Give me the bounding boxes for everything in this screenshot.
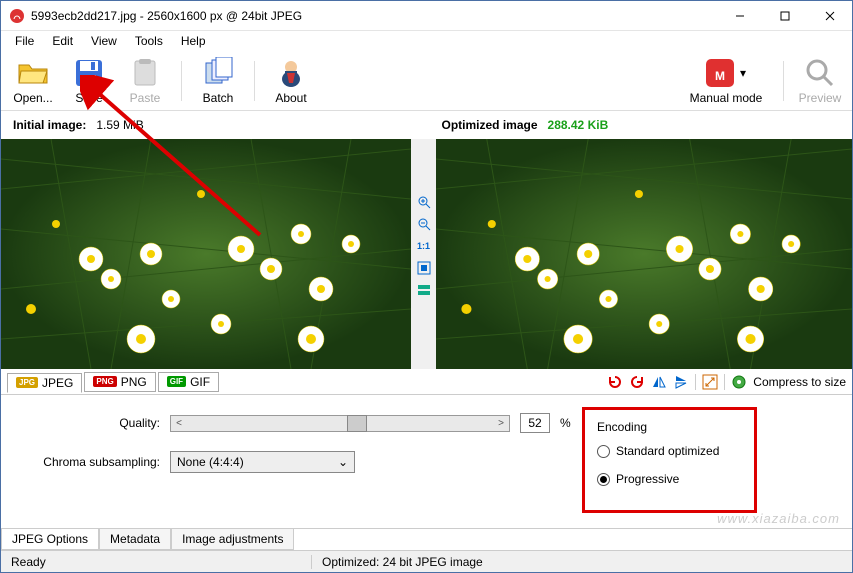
menu-tools[interactable]: Tools — [127, 32, 171, 50]
menubar: File Edit View Tools Help — [1, 31, 852, 51]
rotate-left-icon[interactable] — [607, 374, 623, 390]
app-icon — [9, 8, 25, 24]
zoom-1to1-button[interactable]: 1:1 — [416, 238, 432, 254]
minimize-button[interactable] — [717, 1, 762, 30]
open-button[interactable]: Open... — [9, 57, 57, 105]
initial-image-panel[interactable] — [1, 139, 411, 369]
tool-separator — [724, 374, 725, 390]
view-mode-icon[interactable] — [416, 282, 432, 298]
compare-header: Initial image: 1.59 MiB Optimized image … — [1, 111, 852, 139]
statusbar: Ready Optimized: 24 bit JPEG image — [1, 550, 852, 572]
resize-icon[interactable] — [702, 374, 718, 390]
preview-icon — [804, 57, 836, 89]
progressive-label: Progressive — [616, 472, 679, 486]
bottom-tabstrip: JPEG Options Metadata Image adjustments — [1, 528, 852, 550]
titlebar: 5993ecb2dd217.jpg - 2560x1600 px @ 24bit… — [1, 1, 852, 31]
about-label: About — [275, 91, 306, 105]
tab-metadata[interactable]: Metadata — [99, 529, 171, 550]
chroma-value: None (4:4:4) — [177, 455, 244, 469]
paste-button[interactable]: Paste — [121, 57, 169, 105]
standard-optimized-label: Standard optimized — [616, 444, 719, 458]
rotate-right-icon[interactable] — [629, 374, 645, 390]
toolbar-separator — [783, 61, 784, 101]
zoom-tools-strip: 1:1 — [411, 139, 436, 369]
tab-gif[interactable]: GIFGIF — [158, 372, 219, 392]
manual-mode-button[interactable]: M ▾ Manual mode — [681, 57, 771, 105]
chevron-down-icon: ⌄ — [338, 455, 348, 469]
chroma-label: Chroma subsampling: — [15, 455, 160, 469]
encoding-header: Encoding — [597, 420, 742, 434]
slider-left-arrow-icon[interactable]: < — [171, 415, 187, 431]
close-button[interactable] — [807, 1, 852, 30]
menu-help[interactable]: Help — [173, 32, 214, 50]
slider-right-arrow-icon[interactable]: > — [493, 415, 509, 431]
manual-mode-label: Manual mode — [690, 91, 763, 105]
preview-button[interactable]: Preview — [796, 57, 844, 105]
radio-progressive[interactable]: Progressive — [597, 472, 742, 486]
image-compare-area: 1:1 — [1, 139, 852, 369]
tab-jpeg[interactable]: JPGJPEG — [7, 373, 82, 393]
radio-checked-icon — [597, 473, 610, 486]
optimized-image-panel[interactable] — [436, 139, 852, 369]
optimized-image-label: Optimized image — [442, 118, 538, 132]
chevron-down-icon: ▾ — [740, 66, 748, 80]
quality-value-input[interactable]: 52 — [520, 413, 550, 433]
about-icon — [275, 57, 307, 89]
svg-text:M: M — [715, 69, 725, 83]
menu-view[interactable]: View — [83, 32, 125, 50]
quality-label: Quality: — [15, 416, 160, 430]
toolbar-separator — [181, 61, 182, 101]
batch-button[interactable]: Batch — [194, 57, 242, 105]
status-ready: Ready — [1, 555, 311, 569]
quality-slider[interactable]: < > — [170, 415, 510, 432]
tab-jpeg-options[interactable]: JPEG Options — [1, 529, 99, 550]
menu-file[interactable]: File — [7, 32, 42, 50]
maximize-button[interactable] — [762, 1, 807, 30]
flip-horizontal-icon[interactable] — [651, 374, 667, 390]
fit-window-icon[interactable] — [416, 260, 432, 276]
tab-png[interactable]: PNGPNG — [84, 372, 155, 392]
tab-image-adjustments[interactable]: Image adjustments — [171, 529, 294, 550]
compress-to-size-button[interactable]: Compress to size — [753, 375, 846, 389]
paste-label: Paste — [130, 91, 161, 105]
options-panel: Quality: < > 52 % Chroma subsampling: No… — [1, 395, 852, 528]
status-info: Optimized: 24 bit JPEG image — [312, 555, 493, 569]
toolbar-separator — [254, 61, 255, 101]
save-label: Save — [75, 91, 102, 105]
format-tabstrip: JPGJPEG PNGPNG GIFGIF Compress to size — [1, 369, 852, 395]
batch-icon — [202, 57, 234, 89]
menu-edit[interactable]: Edit — [44, 32, 81, 50]
about-button[interactable]: About — [267, 57, 315, 105]
save-icon — [73, 57, 105, 89]
slider-thumb[interactable] — [347, 415, 367, 432]
batch-label: Batch — [203, 91, 234, 105]
optimized-image-size: 288.42 KiB — [548, 118, 609, 132]
tool-separator — [695, 374, 696, 390]
watermark-text: www.xiazaiba.com — [717, 511, 840, 526]
quality-percent-label: % — [560, 416, 571, 430]
flip-vertical-icon[interactable] — [673, 374, 689, 390]
toolbar: Open... Save Paste Batch About M ▾ Manua… — [1, 51, 852, 111]
zoom-in-icon[interactable] — [416, 194, 432, 210]
preview-label: Preview — [799, 91, 842, 105]
manual-mode-icon: M — [704, 57, 736, 89]
initial-image-size: 1.59 MiB — [96, 118, 143, 132]
open-label: Open... — [13, 91, 52, 105]
folder-open-icon — [17, 57, 49, 89]
initial-image-label: Initial image: — [13, 118, 86, 132]
window-title: 5993ecb2dd217.jpg - 2560x1600 px @ 24bit… — [31, 9, 717, 23]
chroma-subsampling-select[interactable]: None (4:4:4) ⌄ — [170, 451, 355, 473]
radio-icon — [597, 445, 610, 458]
encoding-group: Encoding Standard optimized Progressive — [582, 407, 757, 513]
radio-standard-optimized[interactable]: Standard optimized — [597, 444, 742, 458]
save-button[interactable]: Save — [65, 57, 113, 105]
compress-icon[interactable] — [731, 374, 747, 390]
clipboard-icon — [129, 57, 161, 89]
zoom-out-icon[interactable] — [416, 216, 432, 232]
